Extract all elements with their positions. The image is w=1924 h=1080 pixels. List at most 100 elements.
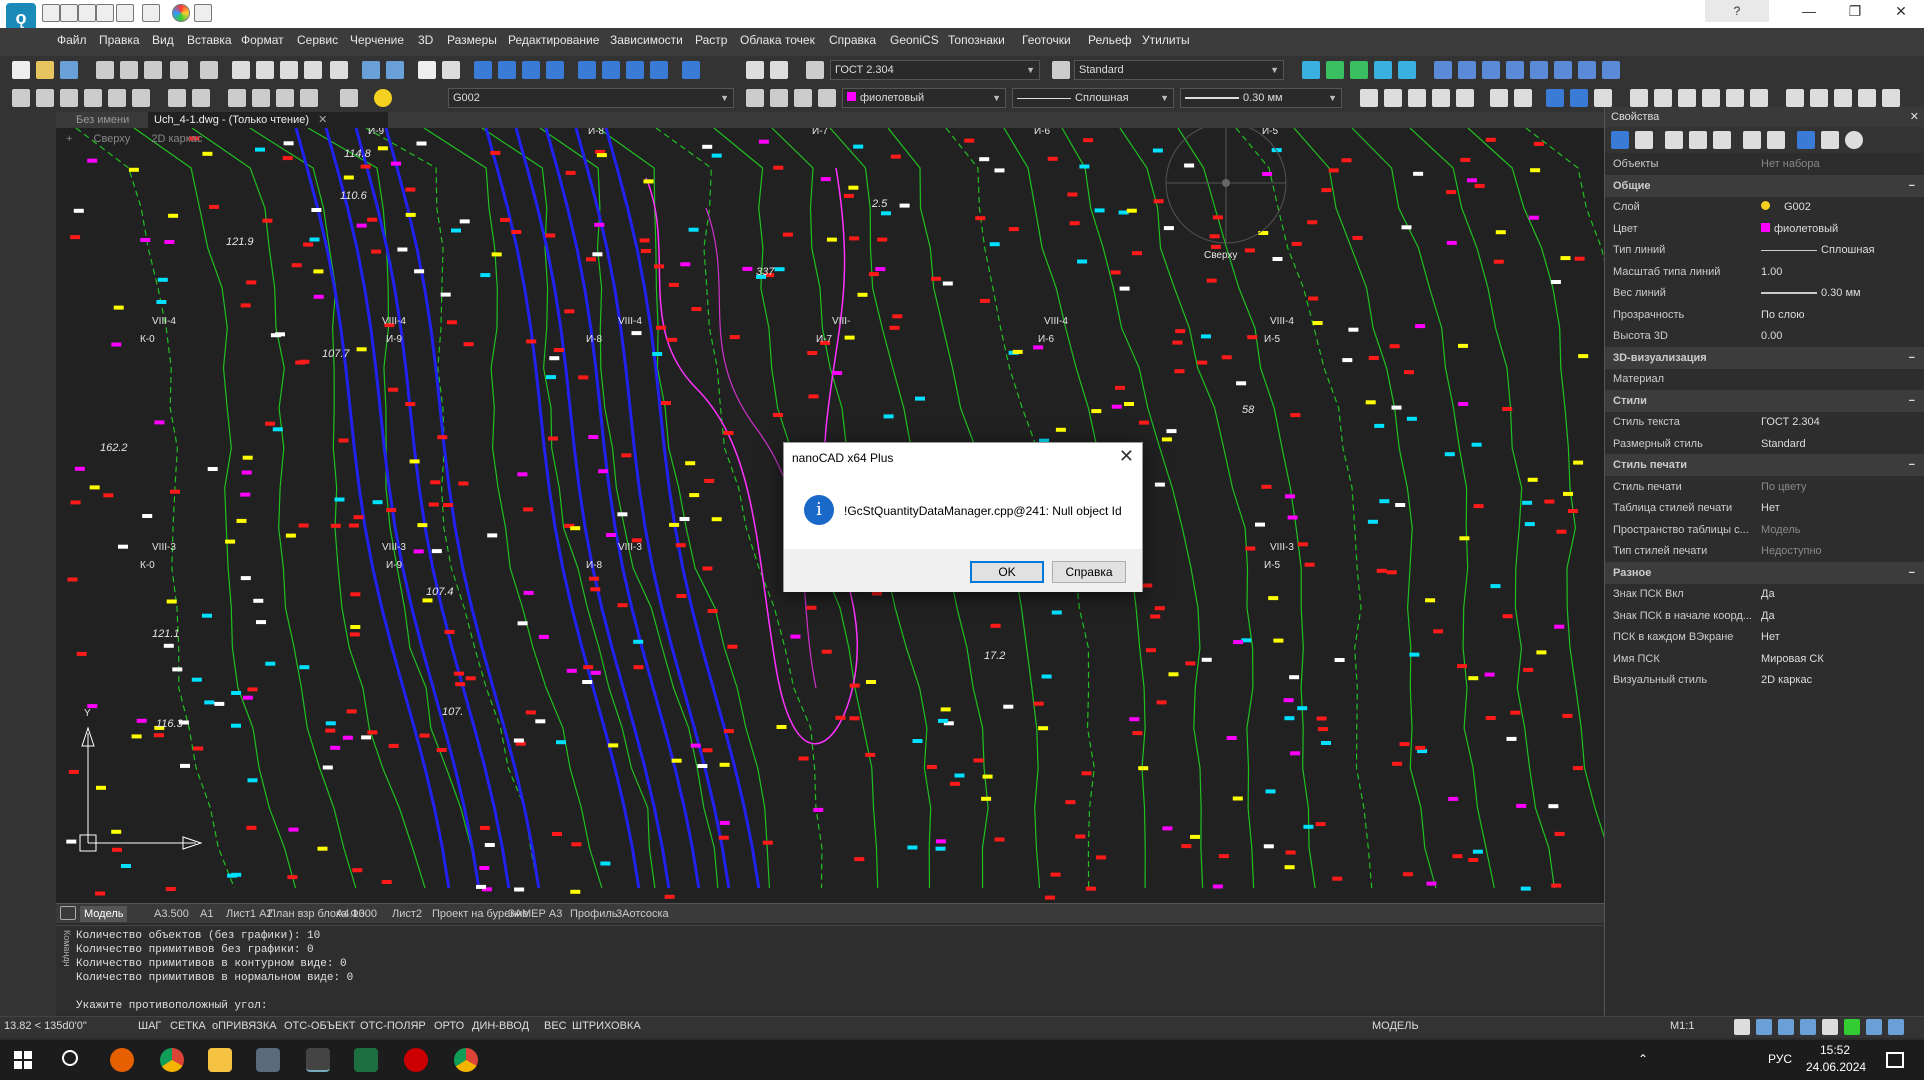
print-icon[interactable] — [96, 61, 114, 79]
array-icon[interactable] — [1456, 89, 1474, 107]
copy-icon[interactable] — [256, 61, 274, 79]
property-value[interactable]: Да — [1761, 583, 1921, 605]
snap-tool-8-icon[interactable] — [192, 89, 210, 107]
layer-select[interactable]: G002 ▼ — [448, 88, 734, 108]
chrome-profile-icon[interactable] — [454, 1048, 478, 1072]
command-line[interactable]: Командн Количество объектов (без графики… — [56, 925, 1604, 1013]
snap-tool-2-icon[interactable] — [36, 89, 54, 107]
break-icon[interactable] — [1654, 89, 1672, 107]
menu-drawing[interactable]: Черчение — [350, 33, 404, 47]
command-prompt[interactable]: Укажите противоположный угол: — [76, 1000, 267, 1012]
orbit-status-icon[interactable] — [1822, 1019, 1838, 1035]
window-tool-6-icon[interactable] — [1554, 61, 1572, 79]
text-style-select[interactable]: ГОСТ 2.304 ▼ — [830, 60, 1040, 80]
zoom-window-icon[interactable] — [474, 61, 492, 79]
props-options-icon[interactable] — [1821, 131, 1839, 149]
window-tool-7-icon[interactable] — [1578, 61, 1596, 79]
tool-palettes-icon[interactable] — [626, 61, 644, 79]
property-row[interactable]: Тип стилей печати Недоступно — [1605, 540, 1924, 562]
help-icon[interactable] — [770, 61, 788, 79]
property-row[interactable]: Размерный стиль Standard — [1605, 433, 1924, 455]
menu-service[interactable]: Сервис — [297, 33, 338, 47]
menu-topo-signs[interactable]: Топознаки — [948, 33, 1005, 47]
layer-manager-icon[interactable] — [340, 89, 358, 107]
pan-icon[interactable] — [418, 61, 436, 79]
layer-isolate-icon[interactable] — [794, 89, 812, 107]
notifications-icon[interactable] — [1886, 1052, 1904, 1068]
menu-help[interactable]: Справка — [829, 33, 876, 47]
layer-tool-icon[interactable] — [1302, 61, 1320, 79]
extend-icon[interactable] — [1630, 89, 1648, 107]
new-icon[interactable] — [12, 61, 30, 79]
paste-icon[interactable] — [280, 61, 298, 79]
menu-relief[interactable]: Рельеф — [1088, 33, 1132, 47]
layout-tab[interactable]: 3Аотсоска — [612, 906, 673, 922]
ok-button[interactable]: OK — [970, 561, 1044, 583]
menu-view[interactable]: Вид — [152, 33, 174, 47]
plot-settings-icon[interactable] — [200, 61, 218, 79]
open-icon[interactable] — [36, 61, 54, 79]
menu-point-clouds[interactable]: Облака точек — [740, 33, 815, 47]
property-row[interactable]: Таблица стилей печати Нет — [1605, 497, 1924, 519]
grid-tool-icon[interactable] — [1398, 61, 1416, 79]
property-row[interactable]: Пространство таблицы с... Модель — [1605, 519, 1924, 541]
property-value[interactable]: Сплошная — [1761, 239, 1921, 261]
join-icon[interactable] — [1678, 89, 1696, 107]
property-row[interactable]: Высота 3D 0.00 — [1605, 325, 1924, 347]
print-preview-icon[interactable] — [120, 61, 138, 79]
tray-date[interactable]: 24.06.2024 — [1806, 1060, 1866, 1074]
fullscreen-status-icon[interactable] — [1888, 1019, 1904, 1035]
print-icon[interactable] — [194, 4, 212, 22]
snap-tool-1-icon[interactable] — [12, 89, 30, 107]
stretch-icon[interactable] — [1570, 89, 1588, 107]
edit-spline-icon[interactable] — [1858, 89, 1876, 107]
viewport-controls[interactable]: + Сверху 2D каркас — [66, 133, 202, 145]
window-tool-1-icon[interactable] — [1434, 61, 1452, 79]
window-tool-2-icon[interactable] — [1458, 61, 1476, 79]
property-row[interactable]: Стиль печати По цвету — [1605, 476, 1924, 498]
snap-tool-4-icon[interactable] — [84, 89, 102, 107]
status-toggle[interactable]: оПРИВЯЗКА — [212, 1020, 277, 1032]
sort-icon[interactable] — [1713, 131, 1731, 149]
property-value[interactable]: По цвету — [1761, 476, 1921, 498]
select-objects-icon[interactable] — [1611, 131, 1629, 149]
menu-format[interactable]: Формат — [241, 33, 284, 47]
property-value[interactable]: 2D каркас — [1761, 669, 1921, 691]
property-value[interactable]: Модель — [1761, 519, 1921, 541]
annotation-scale[interactable]: M1:1 — [1670, 1020, 1694, 1032]
categories-icon[interactable] — [1743, 131, 1761, 149]
quick-select-icon[interactable] — [1635, 131, 1653, 149]
help-menu-button[interactable]: ? — [1705, 0, 1769, 22]
property-row[interactable]: ПСК в каждом ВЭкране Нет — [1605, 626, 1924, 648]
help-button[interactable]: Справка — [1052, 561, 1126, 583]
tray-time[interactable]: 15:52 — [1820, 1043, 1850, 1057]
mirror-icon[interactable] — [1408, 89, 1426, 107]
offset-icon[interactable] — [1432, 89, 1450, 107]
props-settings-icon[interactable] — [1797, 131, 1815, 149]
property-row[interactable]: Имя ПСК Мировая СК — [1605, 648, 1924, 670]
chamfer-icon[interactable] — [1702, 89, 1720, 107]
dim-style-icon[interactable] — [1052, 61, 1070, 79]
snap-tool-12-icon[interactable] — [300, 89, 318, 107]
menu-modify[interactable]: Редактирование — [508, 33, 599, 47]
status-toggle[interactable]: ДИН-ВВОД — [472, 1020, 529, 1032]
property-row[interactable]: Знак ПСК Вкл Да — [1605, 583, 1924, 605]
firefox-icon[interactable] — [110, 1048, 134, 1072]
zoom-previous-icon[interactable] — [498, 61, 516, 79]
layouts-list-icon[interactable] — [60, 906, 76, 920]
export-tool-icon[interactable] — [1350, 61, 1368, 79]
snap-tool-11-icon[interactable] — [276, 89, 294, 107]
dialog-close-button[interactable]: ✕ — [1119, 446, 1134, 467]
toggle-pickadd-icon[interactable] — [1665, 131, 1683, 149]
lightbulb-icon[interactable] — [374, 89, 392, 107]
layer-previous-icon[interactable] — [746, 89, 764, 107]
property-value[interactable]: Standard — [1761, 433, 1921, 455]
zoom-all-icon[interactable] — [546, 61, 564, 79]
undo-icon[interactable] — [362, 61, 380, 79]
collapse-icon[interactable]: − — [1909, 175, 1915, 197]
window-tool-5-icon[interactable] — [1530, 61, 1548, 79]
text-style-icon[interactable] — [806, 61, 824, 79]
edit-polyline-icon[interactable] — [1834, 89, 1852, 107]
zoom-realtime-icon[interactable] — [442, 61, 460, 79]
snap-tool-9-icon[interactable] — [228, 89, 246, 107]
